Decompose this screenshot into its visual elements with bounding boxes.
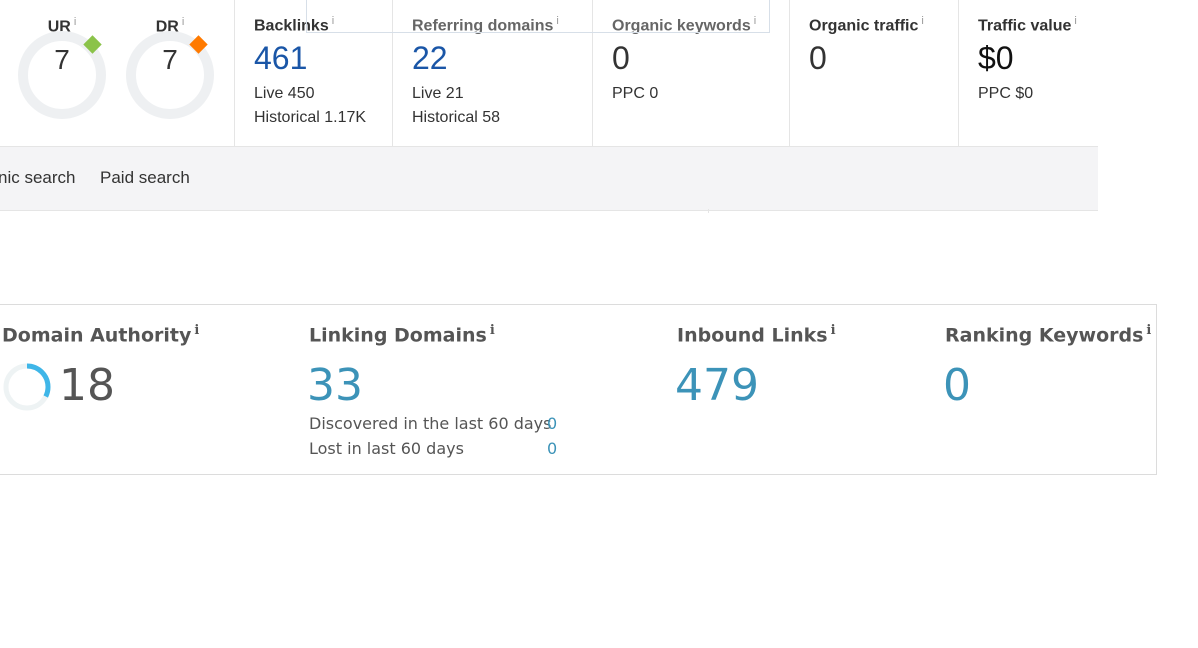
referring-domains-live: Live 21 (412, 85, 464, 102)
inbound-links-label: Inbound Links i (677, 323, 836, 347)
referring-domains-historical: Historical 58 (412, 109, 501, 126)
referring-domains-value[interactable]: 22 (412, 40, 448, 77)
ranking-keywords-label: Ranking Keywords i (945, 323, 1152, 347)
linking-domains-label: Linking Domains i (309, 323, 495, 347)
ranking-keywords-value[interactable]: 0 (943, 360, 971, 411)
info-icon[interactable]: i (1074, 15, 1076, 27)
traffic-value-label: Traffic value i (978, 15, 1077, 35)
info-icon[interactable]: i (74, 16, 76, 28)
backlinks-value[interactable]: 461 (254, 40, 307, 77)
inbound-links-value[interactable]: 479 (675, 360, 759, 411)
organic-keywords-ppc: PPC 0 (612, 85, 659, 102)
info-icon[interactable]: i (831, 323, 836, 338)
dr-value: 7 (162, 44, 178, 75)
traffic-value-metric: Traffic value i $0 PPC $0 (958, 0, 1099, 146)
organic-traffic-value: 0 (809, 40, 827, 76)
organic-keywords-value: 0 (612, 40, 630, 76)
info-icon[interactable]: i (1146, 323, 1151, 338)
discovered-label: Discovered in the last 60 days (309, 414, 552, 433)
discovered-value[interactable]: 0 (547, 414, 557, 433)
backlinks-historical: Historical 1.17K (254, 109, 367, 126)
domain-authority-label: Domain Authority i (2, 323, 200, 347)
search-tabs: nic search Paid search (0, 146, 1098, 211)
backlinks-live: Live 450 (254, 85, 315, 102)
tab-paid-search[interactable]: Paid search (100, 168, 190, 188)
lost-label: Lost in last 60 days (309, 439, 464, 458)
organic-traffic-metric: Organic traffic i 0 (789, 0, 959, 146)
info-icon[interactable]: i (182, 16, 184, 28)
info-icon[interactable]: i (921, 15, 923, 27)
traffic-value-ppc: PPC $0 (978, 85, 1034, 102)
traffic-value-value: $0 (978, 40, 1014, 76)
metrics-bar: UR i 7 DR i 7 Backlinks i 461 Live 450 Hist… (0, 0, 1098, 146)
lost-value[interactable]: 0 (547, 439, 557, 458)
domain-authority-ring (3, 363, 51, 411)
tab-organic-search[interactable]: nic search (0, 168, 75, 188)
divider (708, 209, 709, 213)
ur-value: 7 (54, 44, 70, 75)
info-icon[interactable]: i (490, 323, 495, 338)
domain-authority-value: 18 (59, 360, 115, 411)
organic-traffic-label: Organic traffic i (809, 15, 924, 35)
linking-domains-value[interactable]: 33 (307, 360, 363, 411)
moz-metrics-panel: Domain Authority i 18 Linking Domains i 33… (0, 304, 1157, 475)
info-icon[interactable]: i (194, 323, 199, 338)
overlay-box (306, 0, 770, 33)
